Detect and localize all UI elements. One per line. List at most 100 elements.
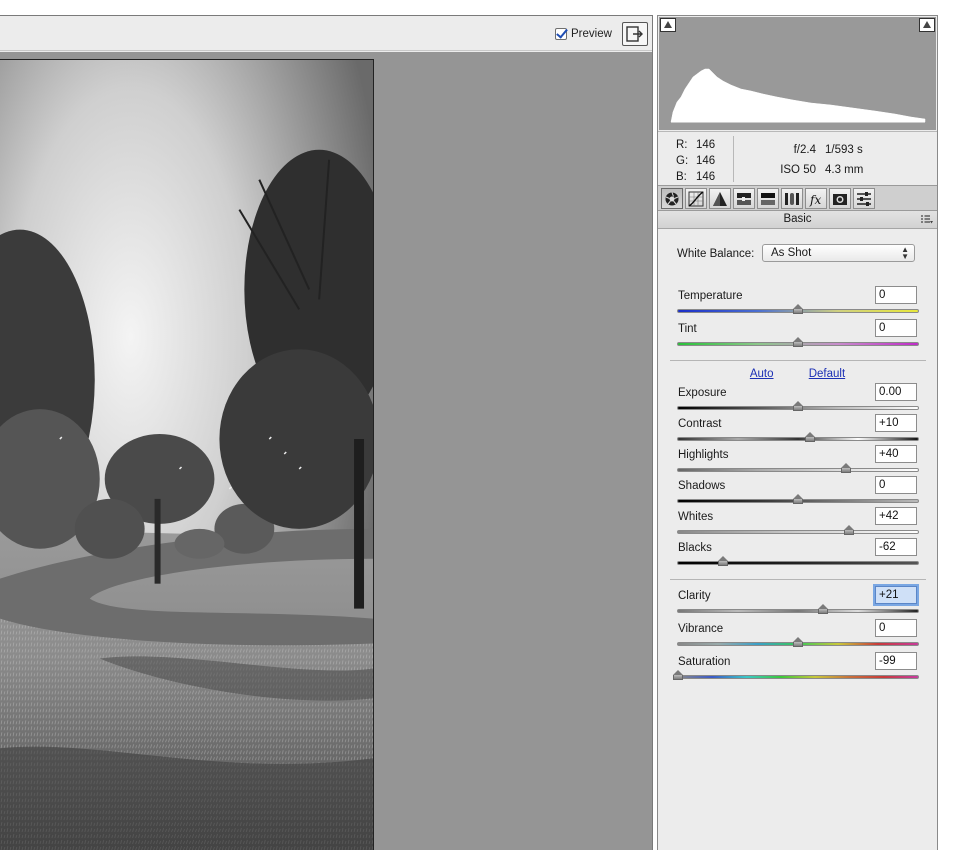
basic-tab[interactable] xyxy=(661,188,683,209)
preview-checkbox[interactable]: Preview xyxy=(555,26,612,42)
contrast-label: Contrast xyxy=(678,418,722,430)
saturation-label: Saturation xyxy=(678,656,731,668)
saturation-thumb[interactable] xyxy=(673,670,683,681)
image-info: R: 146 G: 146 B: 146 f/2.4 1/593 s ISO 50 4.3… xyxy=(658,131,937,185)
vibrance-label: Vibrance xyxy=(678,623,724,635)
contrast-track[interactable] xyxy=(677,437,919,441)
whites-label: Whites xyxy=(678,511,714,523)
vibrance-thumb[interactable] xyxy=(793,637,803,648)
camera-calibration-tab[interactable] xyxy=(829,188,851,209)
sliders-icon xyxy=(857,191,871,206)
highlight-clipping-warning-button[interactable] xyxy=(919,18,935,32)
saturation-track[interactable] xyxy=(677,675,919,679)
split-toning-tab[interactable] xyxy=(757,188,779,209)
tree-landscape-image xyxy=(0,60,373,850)
select-arrows-icon: ▲ ▼ xyxy=(901,245,909,261)
shadows-label: Shadows xyxy=(678,480,726,492)
panel-menu-icon[interactable] xyxy=(921,215,933,224)
preview-label: Preview xyxy=(571,28,612,40)
white-balance-row: White Balance: As Shot ▲ ▼ xyxy=(677,244,927,264)
rgb-readout: R: 146 G: 146 B: 146 xyxy=(676,137,715,185)
clarity-track[interactable] xyxy=(677,609,919,613)
tint-input[interactable]: 0 xyxy=(875,319,917,337)
highlights-thumb[interactable] xyxy=(841,463,851,474)
clarity-slider: Clarity +21 xyxy=(677,584,919,620)
presets-tab[interactable] xyxy=(853,188,875,209)
vibrance-slider: Vibrance 0 xyxy=(677,619,919,653)
triangle-icon xyxy=(713,191,727,206)
exposure-slider: Exposure 0.00 xyxy=(677,383,919,417)
shadow-clipping-warning-button[interactable] xyxy=(660,18,676,32)
preview-toolbar: Preview xyxy=(0,16,652,51)
hsl-icon xyxy=(737,192,751,205)
shadows-thumb[interactable] xyxy=(793,494,803,505)
blacks-slider: Blacks -62 xyxy=(677,538,919,572)
exposure-thumb[interactable] xyxy=(793,401,803,412)
fullscreen-icon xyxy=(626,26,643,42)
temperature-thumb[interactable] xyxy=(793,304,803,315)
fx-icon: fx xyxy=(809,193,821,207)
saturation-slider: Saturation -99 xyxy=(673,652,919,686)
aperture-icon xyxy=(665,191,679,205)
blue-readout: B: 146 xyxy=(676,171,716,183)
lens-corrections-tab[interactable] xyxy=(781,188,803,209)
temperature-input[interactable]: 0 xyxy=(875,286,917,304)
hsl-tab[interactable] xyxy=(733,188,755,209)
section-divider xyxy=(670,579,926,580)
checkbox-check-icon[interactable] xyxy=(555,28,567,40)
image-canvas[interactable] xyxy=(0,52,652,850)
svg-text:fx: fx xyxy=(809,193,821,207)
whites-track[interactable] xyxy=(677,530,919,534)
window-top-margin xyxy=(0,0,954,15)
split-tone-icon xyxy=(761,192,775,205)
exposure-input[interactable]: 0.00 xyxy=(875,383,917,401)
window-right-margin xyxy=(938,0,954,850)
highlights-label: Highlights xyxy=(678,449,729,461)
auto-default-links: Auto Default xyxy=(658,368,937,380)
white-balance-label: White Balance: xyxy=(677,248,755,260)
whites-input[interactable]: +42 xyxy=(875,507,917,525)
tone-curve-tab[interactable] xyxy=(685,188,707,209)
red-readout: R: 146 xyxy=(676,139,716,151)
contrast-thumb[interactable] xyxy=(805,432,815,443)
shutter-value: 1/593 s xyxy=(825,144,863,156)
clarity-input[interactable]: +21 xyxy=(873,584,919,606)
saturation-input[interactable]: -99 xyxy=(875,652,917,670)
green-readout: G: 146 xyxy=(676,155,716,167)
info-divider xyxy=(733,136,734,182)
vibrance-input[interactable]: 0 xyxy=(875,619,917,637)
default-link[interactable]: Default xyxy=(809,368,845,380)
shadows-input[interactable]: 0 xyxy=(875,476,917,494)
blacks-thumb[interactable] xyxy=(718,556,728,567)
clarity-thumb[interactable] xyxy=(818,604,828,615)
highlights-input[interactable]: +40 xyxy=(875,445,917,463)
lens-icon xyxy=(785,192,799,205)
contrast-slider: Contrast +10 xyxy=(677,414,919,448)
photo-preview[interactable] xyxy=(0,59,374,850)
histogram-graph xyxy=(670,68,926,123)
aperture-value: f/2.4 xyxy=(793,144,816,156)
curve-icon xyxy=(688,190,704,207)
white-balance-select[interactable]: As Shot ▲ ▼ xyxy=(762,244,915,262)
blacks-input[interactable]: -62 xyxy=(875,538,917,556)
panel-title-bar: Basic xyxy=(658,211,937,229)
histogram xyxy=(659,17,936,130)
detail-tab[interactable] xyxy=(709,188,731,209)
blacks-track[interactable] xyxy=(677,561,919,565)
focal-length-value: 4.3 mm xyxy=(825,164,864,176)
highlights-track[interactable] xyxy=(677,468,919,472)
blacks-label: Blacks xyxy=(678,542,712,554)
effects-tab[interactable]: fx xyxy=(805,188,827,209)
whites-slider: Whites +42 xyxy=(677,507,919,541)
tint-slider: Tint 0 xyxy=(677,319,919,353)
whites-thumb[interactable] xyxy=(844,525,854,536)
tint-label: Tint xyxy=(678,323,697,335)
tint-thumb[interactable] xyxy=(793,337,803,348)
shadows-slider: Shadows 0 xyxy=(677,476,919,510)
toggle-fullscreen-button[interactable] xyxy=(622,22,648,46)
exif-info: f/2.4 1/593 s ISO 50 4.3 mm xyxy=(768,140,863,180)
contrast-input[interactable]: +10 xyxy=(875,414,917,432)
iso-value: ISO 50 xyxy=(780,164,816,176)
auto-link[interactable]: Auto xyxy=(750,368,774,380)
adjustments-panel: R: 146 G: 146 B: 146 f/2.4 1/593 s ISO 50 4.3… xyxy=(657,15,938,850)
